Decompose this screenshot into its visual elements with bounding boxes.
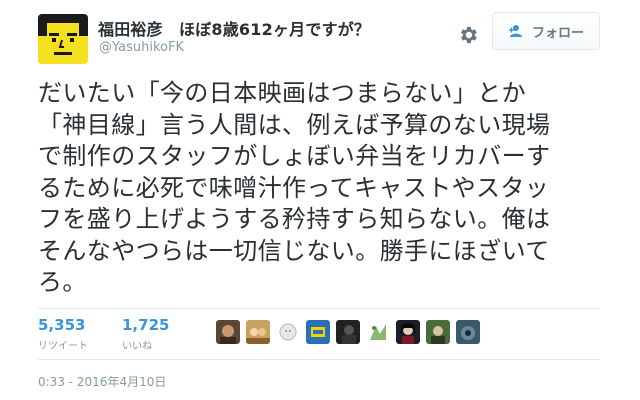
liker-avatars [216, 320, 480, 344]
like-label: いいね [122, 341, 152, 352]
stats-divider-bottom [38, 359, 600, 360]
tweet-text-line: 「神目線」言う人間は、例えば予算のない現場 [38, 110, 551, 139]
liker-avatar-9-icon[interactable] [456, 320, 480, 344]
tweet-text-line: るために必死で味噌汁作ってキャストやスタッ [38, 173, 550, 202]
gear-icon[interactable] [457, 24, 479, 46]
follow-person-icon [508, 25, 522, 37]
liker-avatar-8-icon[interactable] [426, 320, 450, 344]
tweet-text-line: だいたい「今の日本映画はつまらない」とか [38, 79, 526, 107]
tweet-text-line: で制作のスタッフがしょぼい弁当をリカバーす [38, 142, 551, 170]
retweet-label: リツイート [38, 341, 88, 352]
follow-button-label: フォロー [531, 25, 584, 41]
liker-avatar-5-icon[interactable] [336, 320, 360, 344]
like-count: 1,725 [122, 316, 170, 334]
retweet-stat[interactable]: 5,353 リツイート [38, 316, 88, 352]
user-handle[interactable]: @YasuhikoFK [99, 40, 184, 55]
liker-avatar-4-icon[interactable] [306, 320, 330, 344]
tweet-text-line: ろ。 [38, 268, 87, 296]
tweet-text: だいたい「今の日本映画はつまらない」とか 「神目線」言う人間は、例えば予算のない… [38, 78, 598, 299]
tweet-text-line: そんなやつらは一切信じない。勝手にほざいて [38, 236, 550, 265]
yellow-face-avatar-icon [38, 14, 88, 64]
like-stat[interactable]: 1,725 いいね [122, 316, 169, 352]
user-display-name[interactable]: 福田裕彦 ほぼ8歳612ヶ月ですが？ [98, 16, 370, 40]
tweet-card: 福田裕彦 ほぼ8歳612ヶ月ですが？ @YasuhikoFK フォロー だいたい… [0, 0, 640, 400]
tweet-text-line: フを盛り上げようする矜持すら知らない。俺は [38, 205, 551, 233]
stats-divider-top [38, 308, 600, 309]
liker-avatar-3-icon[interactable] [276, 320, 300, 344]
liker-avatar-1-icon[interactable] [216, 320, 240, 344]
follow-button[interactable]: フォロー [492, 12, 600, 50]
user-avatar[interactable] [38, 14, 88, 64]
liker-avatar-7-icon[interactable] [396, 320, 420, 344]
liker-avatar-2-icon[interactable] [246, 320, 270, 344]
retweet-count: 5,353 [38, 316, 86, 334]
liker-avatar-6-icon[interactable] [366, 320, 390, 344]
tweet-timestamp[interactable]: 0:33 - 2016年4月10日 [38, 373, 166, 390]
